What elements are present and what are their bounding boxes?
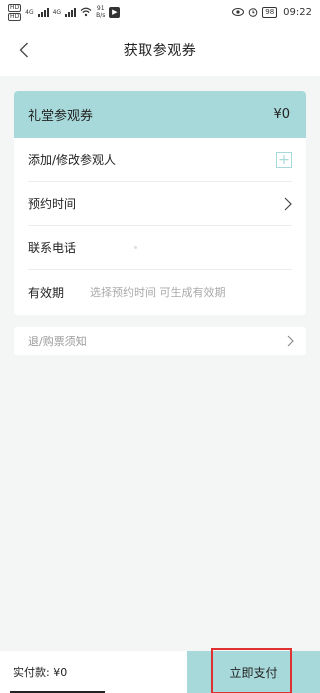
payment-summary: 实付款: ¥0 <box>0 651 187 693</box>
network-speed: 91 B/s <box>96 5 105 19</box>
ticket-header: 礼堂参观券 ¥0 <box>14 91 306 138</box>
visitors-row[interactable]: 添加/修改参观人 + <box>28 138 292 182</box>
signal1-icon <box>37 7 49 17</box>
speed-unit: B/s <box>96 12 106 19</box>
ticket-card: 礼堂参观券 ¥0 添加/修改参观人 + 预约时间 联系电话 有效期 选择预约时间… <box>14 91 306 315</box>
back-button[interactable] <box>12 38 36 62</box>
signal2-icon <box>65 7 77 17</box>
add-visitor-icon[interactable]: + <box>276 151 292 168</box>
page-title: 获取参观券 <box>123 43 197 59</box>
status-right: 98 09:22 <box>232 6 312 18</box>
network1-label: 4G <box>25 8 34 16</box>
status-left: HD HD 4G 4G 91 B/s ▶ <box>8 3 121 21</box>
phone-row[interactable]: 联系电话 <box>28 226 292 270</box>
validity-hint: 选择预约时间 可生成有效期 <box>90 286 226 299</box>
ticket-notice-label: 退/购票须知 <box>28 335 87 348</box>
highlight-box <box>211 648 292 693</box>
chevron-right-icon <box>287 335 294 347</box>
pay-now-button[interactable]: 立即支付 <box>187 648 320 693</box>
checkout-footer: 实付款: ¥0 立即支付 <box>0 648 320 693</box>
paid-amount: 实付款: ¥0 <box>13 666 68 679</box>
reservation-time-row[interactable]: 预约时间 <box>28 182 292 226</box>
ticket-price: ¥0 <box>273 107 290 122</box>
chevron-right-icon <box>284 197 292 210</box>
ticket-notice-row[interactable]: 退/购票须知 <box>14 327 306 355</box>
chevron-left-icon <box>19 42 28 58</box>
sim1-hd-badge: HD <box>8 3 22 12</box>
alarm-icon <box>248 8 258 17</box>
battery-indicator: 98 <box>262 6 278 18</box>
network2-label: 4G <box>52 8 62 16</box>
eye-icon <box>232 8 245 16</box>
phone-input-cursor <box>134 246 138 249</box>
app-notification-icon: ▶ <box>109 6 121 18</box>
phone-row-content: 联系电话 <box>28 239 138 256</box>
visitors-label: 添加/修改参观人 <box>28 153 117 167</box>
sim-indicators: HD HD <box>8 3 22 21</box>
validity-label: 有效期 <box>28 285 65 300</box>
speed-value: 91 <box>96 5 105 12</box>
validity-row-content: 有效期 选择预约时间 可生成有效期 <box>28 284 226 301</box>
nav-bar: 获取参观券 <box>0 24 320 76</box>
validity-row: 有效期 选择预约时间 可生成有效期 <box>28 270 292 314</box>
clock: 09:22 <box>283 6 312 18</box>
status-bar: HD HD 4G 4G 91 B/s ▶ 98 09:22 <box>0 0 320 24</box>
wifi-icon <box>80 7 92 17</box>
reservation-time-label: 预约时间 <box>28 197 77 211</box>
sim2-hd-badge: HD <box>8 12 22 21</box>
phone-label: 联系电话 <box>28 241 77 255</box>
ticket-name: 礼堂参观券 <box>28 109 94 124</box>
